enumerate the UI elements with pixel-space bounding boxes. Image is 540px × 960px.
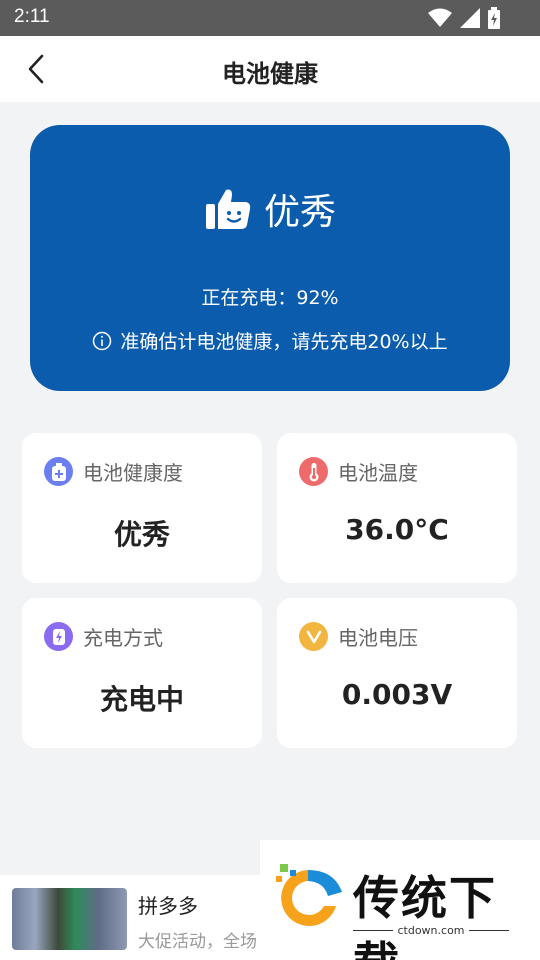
thumbs-up-icon: [205, 189, 251, 229]
card-label: 电池健康度: [83, 461, 183, 485]
signal-icon: [460, 8, 480, 28]
app-bar: 电池健康: [0, 36, 540, 102]
watermark-url-row: ctdown.com: [353, 924, 509, 937]
hero-rating-row: 优秀: [30, 183, 510, 235]
card-value: 优秀: [113, 518, 170, 551]
hero-note-text: 准确估计电池健康，请先充电20%以上: [120, 331, 448, 353]
voltage-icon: [299, 622, 328, 651]
battery-health-icon: [44, 457, 73, 486]
wifi-icon: [428, 8, 452, 27]
hero-rating: 优秀: [263, 192, 336, 233]
card-label-row: 电池健康度: [44, 457, 183, 486]
page-title: 电池健康: [222, 60, 318, 88]
card-label: 电池电压: [338, 626, 418, 650]
card-value: 36.0°C: [345, 513, 449, 546]
card-label-row: 充电方式: [44, 622, 163, 651]
ad-description: 大促活动，全场: [138, 932, 257, 952]
card-value: 充电中: [99, 683, 184, 716]
charging-mode-card: 充电方式 充电中: [22, 598, 262, 748]
battery-health-summary-card: 优秀 正在充电：92% 准确估计电池健康，请先充电20%以上: [30, 125, 510, 391]
charging-status: 正在充电：92%: [201, 287, 339, 309]
info-icon: [93, 331, 112, 350]
watermark-url: ctdown.com: [397, 924, 465, 937]
card-label-row: 电池温度: [299, 457, 418, 486]
thermometer-icon: [299, 457, 328, 486]
battery-status-icon: [488, 7, 500, 29]
ad-thumbnail[interactable]: [12, 888, 127, 950]
battery-temperature-card: 电池温度 36.0°C: [277, 433, 517, 583]
card-value: 0.003V: [341, 678, 453, 711]
status-icons: [428, 7, 500, 29]
hero-note: 准确估计电池健康，请先充电20%以上: [30, 327, 510, 354]
watermark-text: 传统下载: [353, 871, 497, 960]
battery-voltage-card: 电池电压 0.003V: [277, 598, 517, 748]
status-bar: 2:11: [0, 0, 540, 36]
charging-icon: [44, 622, 73, 651]
status-time: 2:11: [14, 6, 50, 27]
battery-health-card: 电池健康度 优秀: [22, 433, 262, 583]
watermark: 传统下载 ctdown.com: [260, 840, 540, 960]
watermark-logo-icon: [276, 864, 342, 926]
card-label-row: 电池电压: [299, 622, 418, 651]
ad-title[interactable]: 拼多多: [138, 890, 198, 919]
card-label: 电池温度: [338, 461, 418, 485]
card-label: 充电方式: [83, 626, 163, 650]
